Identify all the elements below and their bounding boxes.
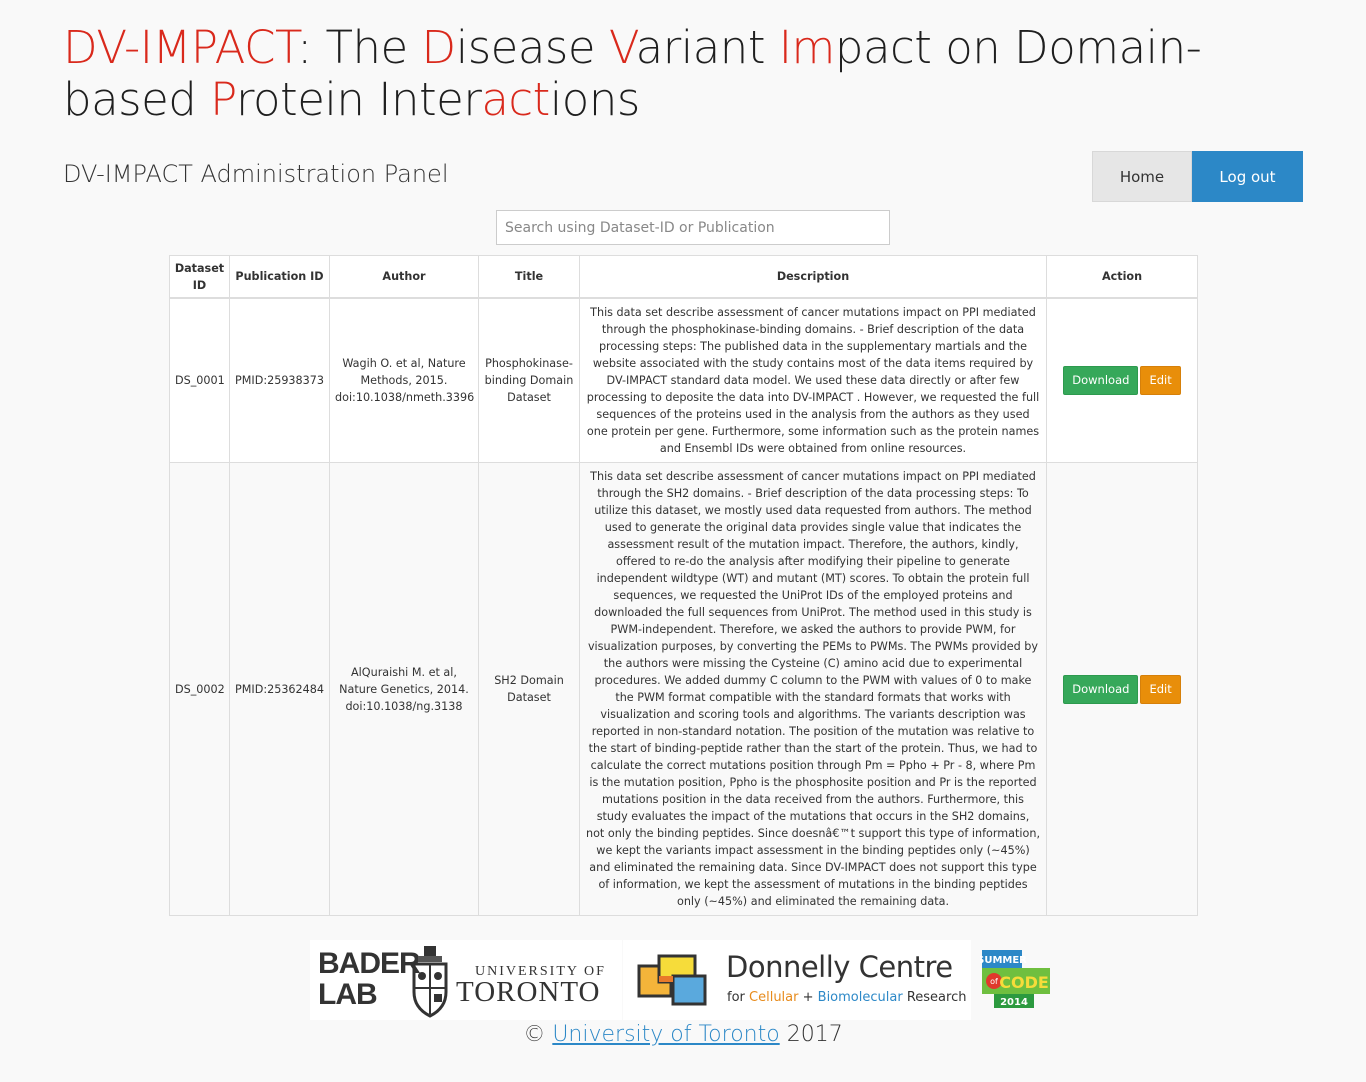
page-title: DV-IMPACT: The Disease Variant Impact on… — [63, 22, 1323, 126]
donnelly-centre-name: Donnelly Centre — [726, 950, 953, 984]
summer-of-code-logo: SUMMER of CODE 2014 — [980, 950, 1050, 1008]
title-part: V — [608, 21, 636, 74]
download-button[interactable]: Download — [1063, 674, 1139, 704]
donnelly-squares-icon — [637, 954, 707, 1006]
svg-text:SUMMER: SUMMER — [980, 955, 1027, 966]
cell-publication-id: PMID:25362484 — [229, 462, 330, 916]
cell-publication-id: PMID:25938373 — [229, 297, 330, 463]
col-header-description: Description — [579, 255, 1047, 299]
bader-lab-logo-text: BADER LAB — [318, 947, 421, 1011]
col-header-publication-id: Publication ID — [229, 255, 330, 299]
edit-button[interactable]: Edit — [1140, 674, 1181, 704]
donnelly-centre-tagline: for Cellular + Biomolecular Research — [727, 990, 967, 1005]
title-part: isease — [455, 21, 609, 74]
datasets-table: Dataset ID Publication ID Author Title D… — [169, 255, 1198, 916]
title-part: ions — [549, 73, 641, 126]
title-part: act — [481, 73, 550, 126]
cell-action: Download Edit — [1046, 462, 1198, 916]
title-part: DV-IMPACT — [63, 21, 298, 74]
title-part: D — [421, 21, 457, 74]
cell-author: Wagih O. et al, Nature Methods, 2015. do… — [329, 297, 479, 463]
title-part: P — [210, 73, 236, 126]
title-part: : The — [297, 21, 422, 74]
table-row: DS_0002 PMID:25362484 AlQuraishi M. et a… — [169, 462, 1198, 916]
copyright-year: 2017 — [779, 1022, 843, 1047]
title-part: ariant — [635, 21, 779, 74]
svg-text:of: of — [990, 977, 998, 986]
col-header-author: Author — [329, 255, 479, 299]
col-header-dataset-id: Dataset ID — [169, 255, 230, 299]
cell-description: This data set describe assessment of can… — [579, 297, 1047, 463]
uoft-logo-big-text: TORONTO — [456, 976, 601, 1008]
title-part: rotein Inter — [236, 73, 482, 126]
search-input[interactable] — [496, 210, 890, 245]
download-button[interactable]: Download — [1063, 366, 1139, 395]
uoft-crest-icon — [412, 946, 448, 1018]
table-row: DS_0001 PMID:25938373 Wagih O. et al, Na… — [169, 297, 1198, 463]
donnelly-centre-logo: Donnelly Centre for Cellular + Biomolecu… — [623, 940, 971, 1020]
bader-lab-uoft-logo: BADER LAB UNIVERSITY OF TORONTO — [310, 940, 622, 1020]
cell-title: SH2 Domain Dataset — [478, 462, 580, 916]
university-link[interactable]: University of Toronto — [552, 1022, 779, 1047]
home-button[interactable]: Home — [1092, 151, 1192, 202]
svg-text:2014: 2014 — [1000, 997, 1028, 1008]
cell-title: Phosphokinase-binding Domain Dataset — [478, 297, 580, 463]
cell-action: Download Edit — [1046, 297, 1198, 463]
cell-dataset-id: DS_0001 — [169, 297, 230, 463]
footer: © University of Toronto 2017 — [0, 1022, 1366, 1047]
cell-dataset-id: DS_0002 — [169, 462, 230, 916]
cell-author: AlQuraishi M. et al, Nature Genetics, 20… — [329, 462, 479, 916]
table-header-row: Dataset ID Publication ID Author Title D… — [169, 255, 1198, 299]
panel-subtitle: DV-IMPACT Administration Panel — [63, 160, 449, 188]
edit-button[interactable]: Edit — [1140, 366, 1181, 395]
title-part: Im — [778, 21, 836, 74]
logout-button[interactable]: Log out — [1192, 151, 1303, 202]
col-header-action: Action — [1046, 255, 1198, 299]
cell-description: This data set describe assessment of can… — [579, 462, 1047, 916]
col-header-title: Title — [478, 255, 580, 299]
svg-text:CODE: CODE — [999, 973, 1049, 992]
copyright-symbol: © — [523, 1022, 553, 1047]
